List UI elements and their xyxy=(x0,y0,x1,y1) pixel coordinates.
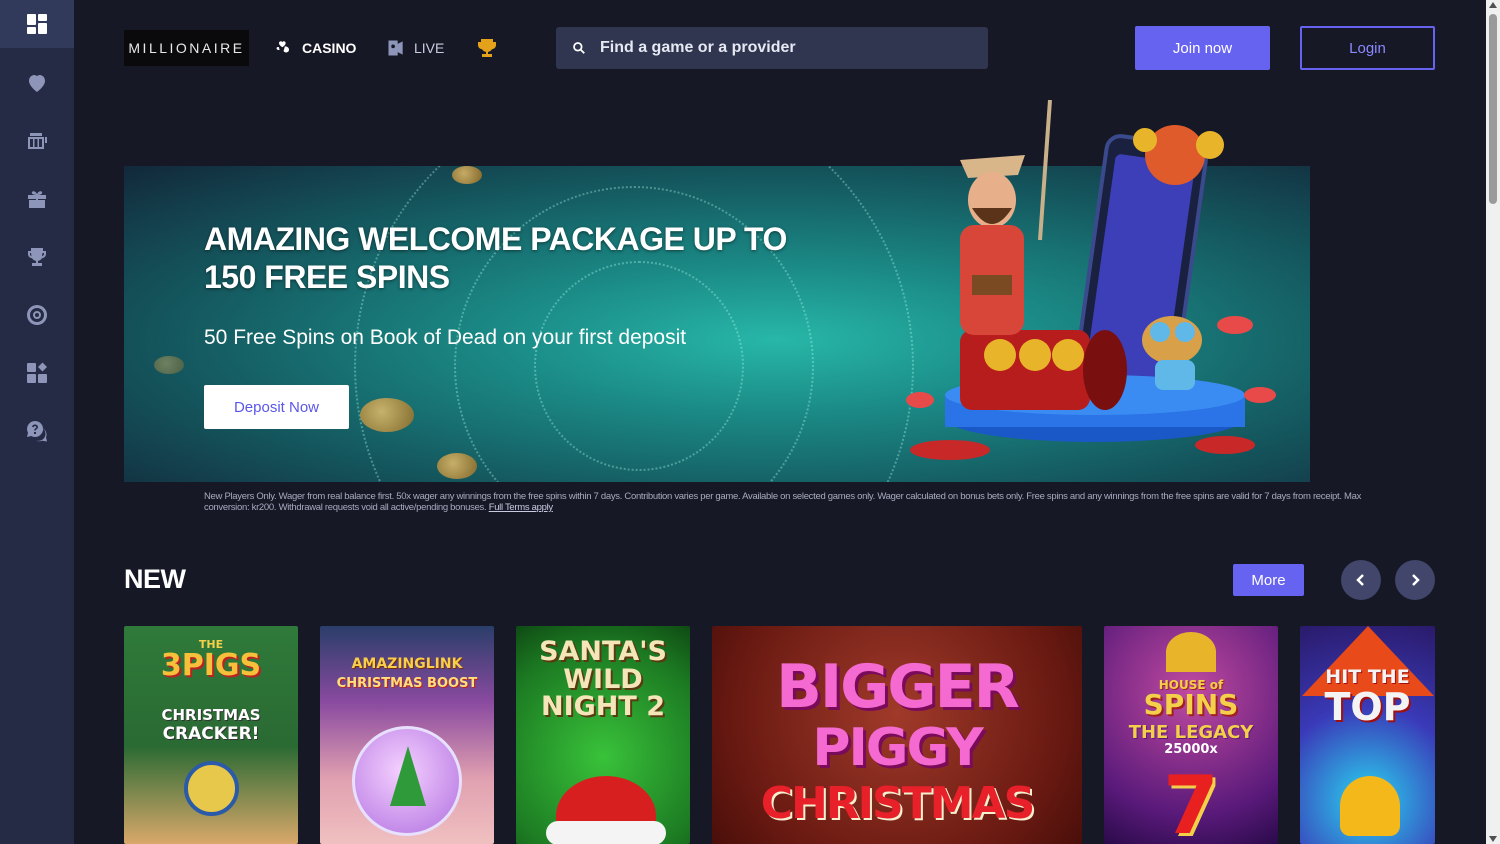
terms-body: New Players Only. Wager from real balanc… xyxy=(204,491,1362,513)
sidebar-item-slots[interactable] xyxy=(0,112,74,170)
more-button[interactable]: More xyxy=(1233,564,1304,596)
nav-casino-label: CASINO xyxy=(302,40,357,56)
widgets-icon xyxy=(27,362,47,383)
header: MILLIONAIRE CASINO LIVE Join now Login xyxy=(74,0,1486,96)
game-title-line: CRACKER! xyxy=(162,724,260,744)
game-title-line: 3PIGS xyxy=(160,648,262,683)
nav-casino[interactable]: CASINO xyxy=(274,38,356,58)
banner-title-line2: 150 FREE SPINS xyxy=(204,259,450,295)
cards-icon xyxy=(276,41,289,53)
banner-illustration xyxy=(906,100,1276,460)
game-art-dome xyxy=(1166,632,1216,672)
game-tile[interactable]: HIT THE TOP xyxy=(1300,626,1435,844)
sidebar-item-promotions[interactable] xyxy=(0,170,74,228)
game-tile[interactable]: AMAZINGLINK CHRISTMAS BOOST xyxy=(320,626,494,844)
game-art-bell xyxy=(1340,776,1400,836)
page-scrollbar[interactable] xyxy=(1486,0,1500,844)
game-art-tree xyxy=(390,746,426,806)
full-terms-link[interactable]: Full Terms apply xyxy=(489,502,553,513)
heart-icon xyxy=(29,75,45,92)
scroll-up-arrow-icon[interactable] xyxy=(1489,2,1497,8)
game-title-line: SANTA'S xyxy=(539,636,667,667)
chevron-right-icon xyxy=(1412,574,1420,586)
target-icon xyxy=(27,305,47,325)
game-tile[interactable]: HOUSE of SPINS THE LEGACY 25000x 7 xyxy=(1104,626,1278,844)
sidebar-item-favorites[interactable] xyxy=(0,54,74,112)
terms-text: New Players Only. Wager from real balanc… xyxy=(204,491,1384,513)
trophy-icon xyxy=(28,248,46,266)
game-title-line: AMAZINGLINK xyxy=(351,656,463,672)
game-title-line: CHRISTMAS xyxy=(760,778,1036,829)
trophy-icon xyxy=(478,39,496,57)
dashboard-icon xyxy=(27,14,47,34)
game-title-line: BIGGER xyxy=(776,652,1020,722)
game-title-line: TOP xyxy=(1324,685,1411,729)
game-title-line: SPINS xyxy=(1143,688,1239,721)
scroll-thumb[interactable] xyxy=(1489,14,1497,204)
section-title-new: NEW xyxy=(124,564,186,594)
sidebar-item-challenges[interactable] xyxy=(0,286,74,344)
game-art-hat-rim xyxy=(546,821,666,844)
game-title-line: THE LEGACY xyxy=(1128,722,1254,743)
logo[interactable]: MILLIONAIRE xyxy=(124,30,249,66)
sidebar-item-categories[interactable] xyxy=(0,344,74,402)
nav-tournaments[interactable] xyxy=(475,36,499,60)
game-title-line: PIGGY xyxy=(812,718,983,778)
game-title-line: CHRISTMAS xyxy=(161,706,261,724)
nav-live-label: LIVE xyxy=(414,40,445,56)
search-icon xyxy=(573,42,585,54)
game-tile[interactable]: SANTA'S WILD NIGHT 2 xyxy=(516,626,690,844)
search-input[interactable] xyxy=(600,39,960,57)
help-icon xyxy=(27,420,47,442)
banner-title-line1: AMAZING WELCOME PACKAGE UP TO xyxy=(204,221,787,257)
search-bar[interactable] xyxy=(556,27,988,69)
banner-coin xyxy=(154,356,184,374)
sidebar-item-support[interactable] xyxy=(0,402,74,460)
live-camera-icon xyxy=(388,40,403,56)
game-art xyxy=(184,761,239,816)
join-now-button[interactable]: Join now xyxy=(1135,26,1270,70)
gift-icon xyxy=(28,191,46,208)
banner-subtitle: 50 Free Spins on Book of Dead on your fi… xyxy=(204,326,687,349)
sidebar-item-tournaments[interactable] xyxy=(0,228,74,286)
deposit-now-button[interactable]: Deposit Now xyxy=(204,385,349,429)
game-title-line: WILD xyxy=(563,664,643,695)
game-title-line: 25000x xyxy=(1164,742,1218,757)
carousel-prev-button[interactable] xyxy=(1341,560,1381,600)
sidebar xyxy=(0,0,74,844)
game-art-seven: 7 xyxy=(1163,759,1219,844)
game-tile[interactable]: THE 3PIGS CHRISTMAS CRACKER! xyxy=(124,626,298,844)
banner-decor-ring xyxy=(354,166,914,482)
chevron-left-icon xyxy=(1356,574,1364,586)
carousel-next-button[interactable] xyxy=(1395,560,1435,600)
scroll-down-arrow-icon[interactable] xyxy=(1489,836,1497,842)
banner-coin xyxy=(437,453,477,479)
banner-coin xyxy=(360,398,414,432)
game-tile[interactable]: BIGGER PIGGY CHRISTMAS xyxy=(712,626,1082,844)
slot-machine-icon xyxy=(28,133,47,149)
banner-coin xyxy=(452,166,482,184)
sidebar-item-dashboard[interactable] xyxy=(0,0,74,48)
nav-live[interactable]: LIVE xyxy=(386,38,444,58)
game-title-line: CHRISTMAS BOOST xyxy=(336,676,478,691)
login-button[interactable]: Login xyxy=(1300,26,1435,70)
banner-title: AMAZING WELCOME PACKAGE UP TO 150 FREE S… xyxy=(204,220,804,296)
game-title-line: NIGHT 2 xyxy=(540,691,665,722)
